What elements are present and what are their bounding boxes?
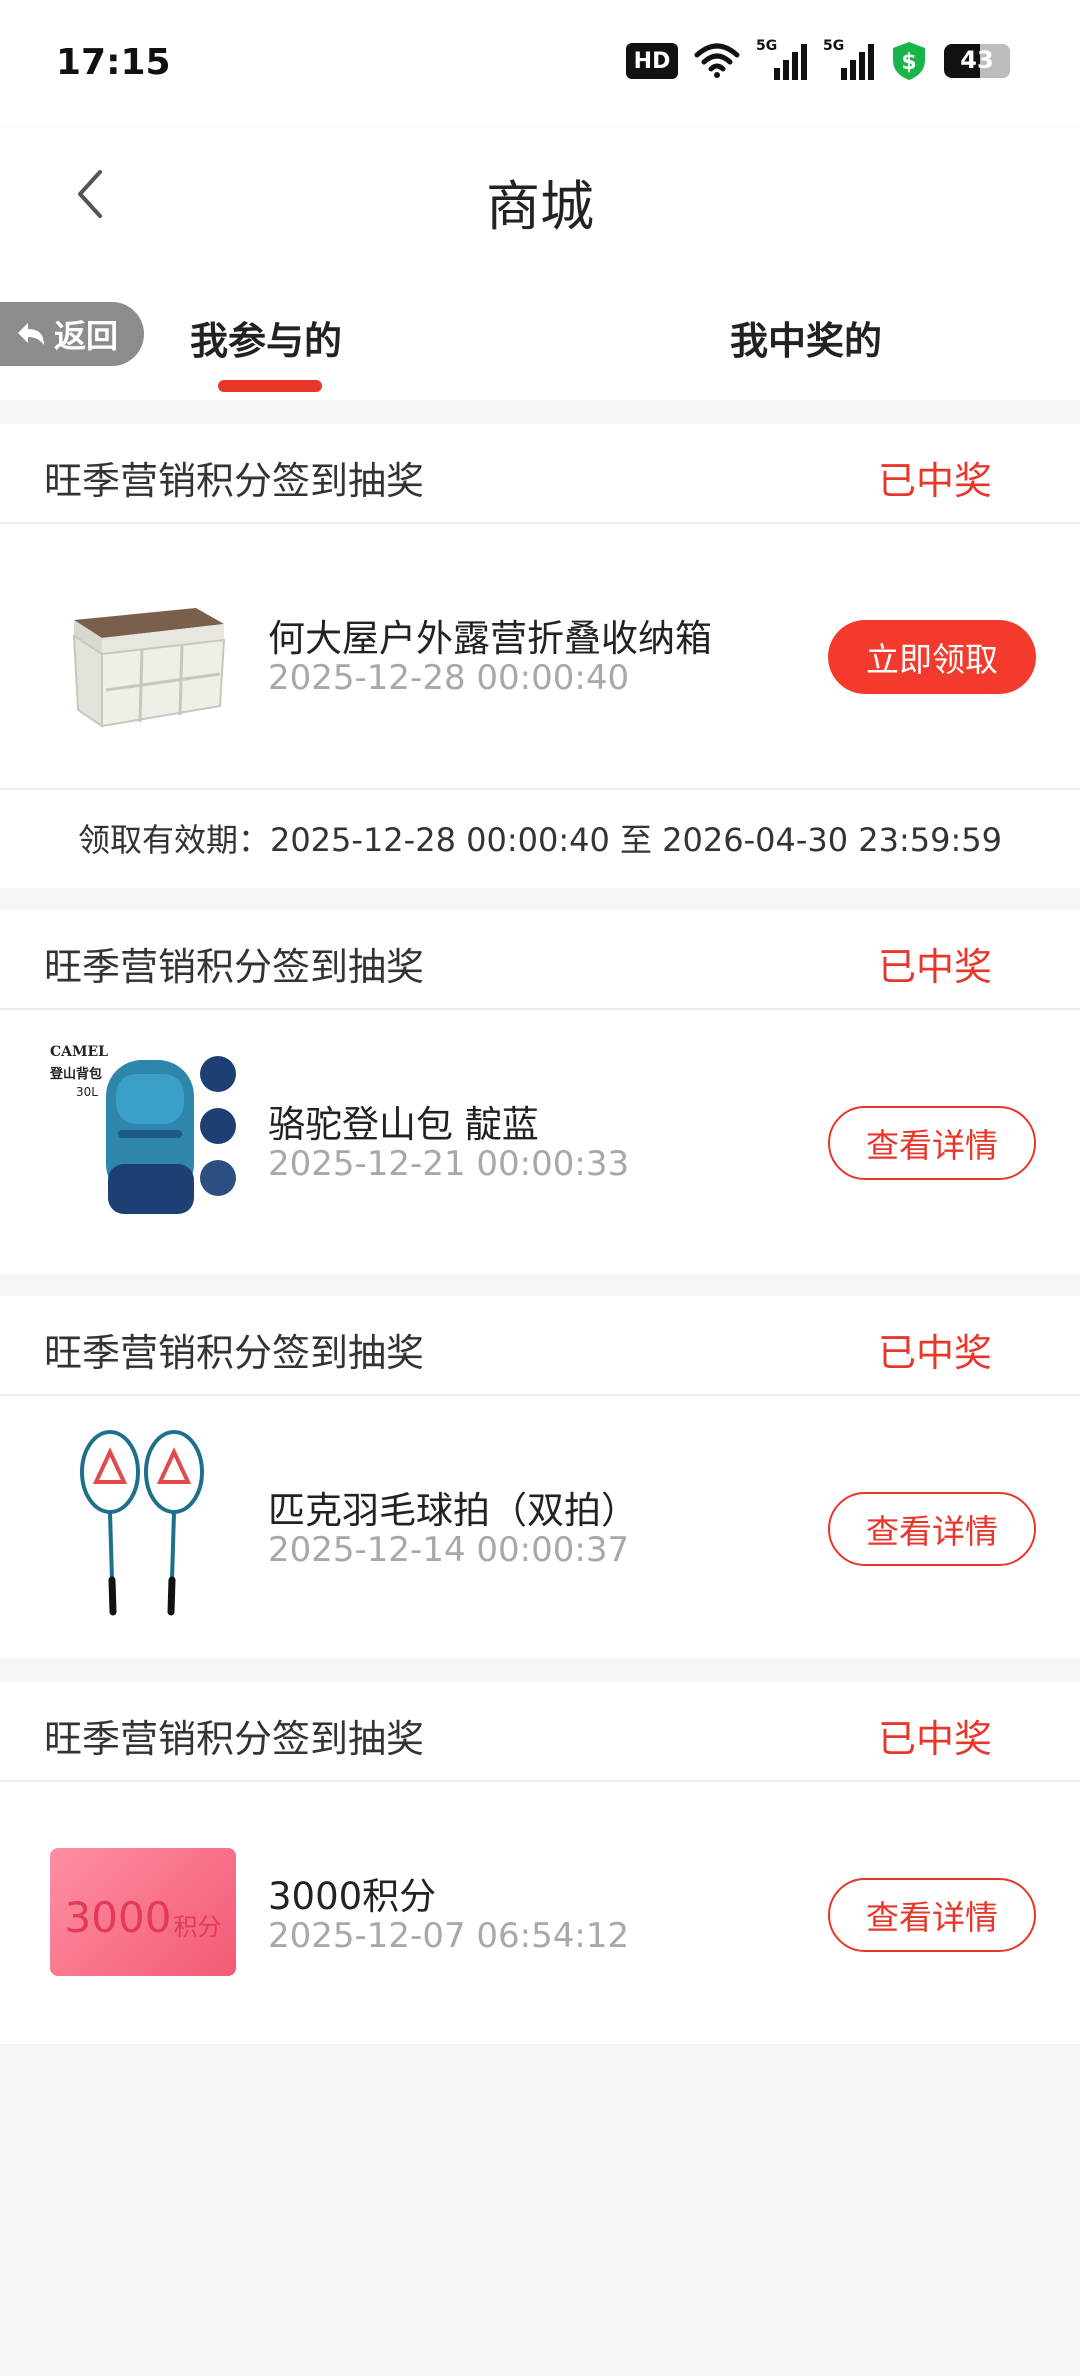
claim-validity: 领取有效期：2025-12-28 00:00:40 至 2026-04-30 2… bbox=[0, 788, 1080, 886]
status-icons: HD 5G 5G $ 43 bbox=[626, 38, 1010, 82]
svg-text:$: $ bbox=[901, 50, 916, 75]
card-header: 旺季营销积分签到抽奖 已中奖 bbox=[0, 1296, 1080, 1396]
campaign-name: 旺季营销积分签到抽奖 bbox=[44, 1717, 425, 1761]
campaign-name: 旺季营销积分签到抽奖 bbox=[44, 945, 425, 989]
wifi-icon bbox=[694, 43, 740, 78]
view-details-button[interactable]: 查看详情 bbox=[828, 1106, 1036, 1180]
signal-5g-icon: 5G bbox=[756, 38, 807, 80]
signal-5g-label: 5G bbox=[756, 38, 778, 54]
view-details-button[interactable]: 查看详情 bbox=[828, 1492, 1036, 1566]
prize-name: 骆驼登山包 靛蓝 bbox=[268, 1103, 539, 1146]
tab-won[interactable]: 我中奖的 bbox=[730, 310, 882, 365]
voucher-amount: 3000 bbox=[64, 1893, 172, 1942]
card-header: 旺季营销积分签到抽奖 已中奖 bbox=[0, 424, 1080, 524]
prize-record-card: 旺季营销积分签到抽奖 已中奖 3000 积分 3000积分 2025-12-07… bbox=[0, 1682, 1080, 2044]
card-body[interactable]: CAMEL 登山背包 30L 骆驼登山包 靛蓝 2025-12-21 00:00… bbox=[0, 1010, 1080, 1274]
tab-bar: 返回 我参与的 我中奖的 bbox=[0, 268, 1080, 400]
prize-name: 匹克羽毛球拍（双拍） bbox=[268, 1489, 638, 1532]
hd-icon: HD bbox=[626, 43, 678, 79]
security-shield-icon: $ bbox=[893, 42, 925, 80]
card-body[interactable]: 3000 积分 3000积分 2025-12-07 06:54:12 查看详情 bbox=[0, 1782, 1080, 2044]
prize-record-card: 旺季营销积分签到抽奖 已中奖 CAMEL 登山背包 30L 骆驼登山包 靛蓝 2… bbox=[0, 910, 1080, 1274]
view-details-button[interactable]: 查看详情 bbox=[828, 1878, 1036, 1952]
points-voucher-image: 3000 积分 bbox=[50, 1848, 236, 1976]
prize-name: 3000积分 bbox=[268, 1875, 437, 1918]
storage-box-image bbox=[72, 608, 226, 728]
claim-now-button[interactable]: 立即领取 bbox=[828, 620, 1036, 694]
win-time: 2025-12-14 00:00:37 bbox=[268, 1530, 630, 1570]
card-header: 旺季营销积分签到抽奖 已中奖 bbox=[0, 910, 1080, 1010]
prize-record-card: 旺季营销积分签到抽奖 已中奖 何大屋户外露营折叠收纳箱 2025-12-28 0… bbox=[0, 424, 1080, 888]
voucher-unit: 积分 bbox=[173, 1913, 222, 1941]
return-arrow-icon bbox=[18, 323, 44, 345]
signal-5g-label: 5G bbox=[823, 38, 845, 54]
active-tab-indicator bbox=[218, 380, 322, 392]
card-body[interactable]: 匹克羽毛球拍（双拍） 2025-12-14 00:00:37 查看详情 bbox=[0, 1396, 1080, 1658]
app-header: 商城 bbox=[0, 128, 1080, 268]
win-time: 2025-12-07 06:54:12 bbox=[268, 1916, 630, 1956]
win-time: 2025-12-21 00:00:33 bbox=[268, 1144, 630, 1184]
status-bar: 17:15 HD 5G 5G $ 43 bbox=[0, 0, 1080, 128]
prize-record-card: 旺季营销积分签到抽奖 已中奖 匹克羽毛球拍（双拍） 2025-12-14 00:… bbox=[0, 1296, 1080, 1658]
badminton-racket-image bbox=[80, 1430, 204, 1616]
status-badge: 已中奖 bbox=[877, 1717, 992, 1761]
return-button[interactable]: 返回 bbox=[0, 302, 144, 366]
status-badge: 已中奖 bbox=[877, 1331, 992, 1375]
card-body[interactable]: 何大屋户外露营折叠收纳箱 2025-12-28 00:00:40 立即领取 bbox=[0, 524, 1080, 790]
signal-5g-icon: 5G bbox=[823, 38, 874, 80]
battery-level: 43 bbox=[960, 46, 994, 74]
thumb-size: 30L bbox=[76, 1085, 98, 1099]
backpack-image: CAMEL 登山背包 30L bbox=[49, 1044, 236, 1214]
return-label: 返回 bbox=[54, 317, 119, 355]
status-time: 17:15 bbox=[56, 42, 171, 83]
win-time: 2025-12-28 00:00:40 bbox=[268, 658, 630, 698]
prize-name: 何大屋户外露营折叠收纳箱 bbox=[268, 617, 712, 660]
tab-participated[interactable]: 我参与的 bbox=[190, 310, 342, 365]
card-header: 旺季营销积分签到抽奖 已中奖 bbox=[0, 1682, 1080, 1782]
status-badge: 已中奖 bbox=[877, 459, 992, 503]
thumb-brand: CAMEL bbox=[50, 1044, 108, 1060]
status-badge: 已中奖 bbox=[877, 945, 992, 989]
battery-icon: 43 bbox=[944, 44, 1010, 78]
campaign-name: 旺季营销积分签到抽奖 bbox=[44, 1331, 425, 1375]
thumb-title: 登山背包 bbox=[49, 1066, 102, 1082]
page-title: 商城 bbox=[486, 175, 594, 238]
campaign-name: 旺季营销积分签到抽奖 bbox=[44, 459, 425, 503]
